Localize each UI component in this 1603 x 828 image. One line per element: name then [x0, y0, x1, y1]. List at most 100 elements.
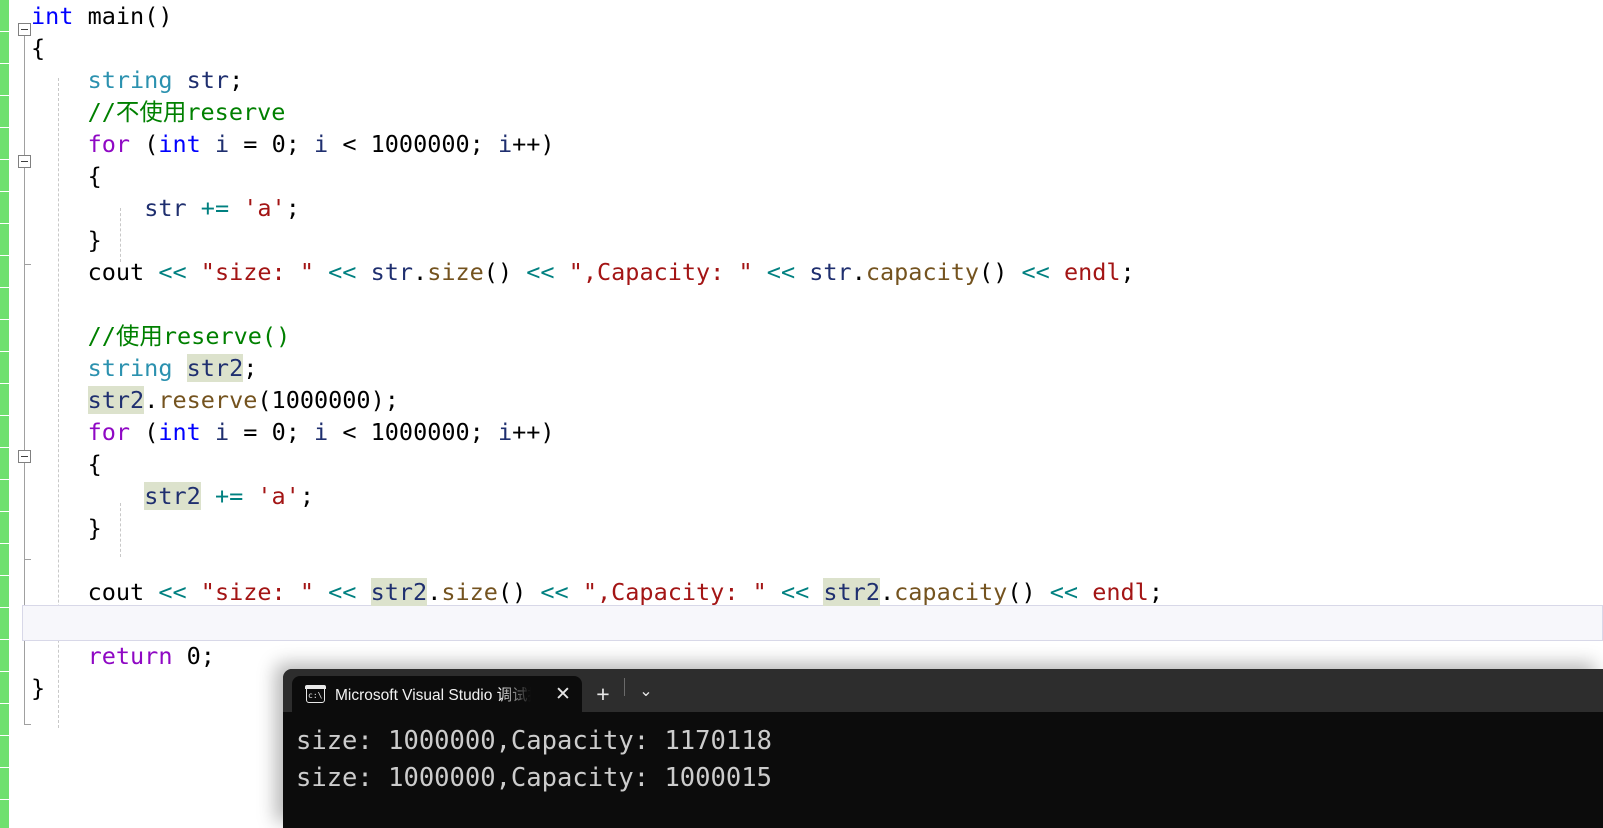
terminal-titlebar[interactable]: Microsoft Visual Studio 调试控 ✕ + ⌄: [283, 669, 1603, 712]
code-token: {: [31, 34, 46, 62]
collapse-toggle-icon[interactable]: [18, 450, 31, 463]
code-token: 1000000: [370, 130, 470, 158]
code-token: ;: [243, 354, 258, 382]
collapse-toggle-icon[interactable]: [18, 155, 31, 168]
terminal-tab[interactable]: Microsoft Visual Studio 调试控 ✕: [292, 676, 582, 712]
code-token: ++): [512, 418, 555, 446]
code-token: 0: [186, 642, 201, 670]
code-token: (: [257, 386, 272, 414]
change-bar-segment: [0, 672, 9, 704]
code-line[interactable]: int main(): [31, 0, 1603, 32]
code-line[interactable]: string str2;: [31, 352, 1603, 384]
change-bar-segment: [0, 320, 9, 352]
code-token: (): [497, 578, 541, 606]
code-token: 'a': [243, 194, 286, 222]
code-token: (: [130, 130, 159, 158]
code-token: <<: [1049, 578, 1079, 606]
code-line[interactable]: {: [31, 448, 1603, 480]
change-bar-segment: [0, 192, 9, 224]
code-token: ;: [285, 194, 300, 222]
code-token: <: [328, 418, 371, 446]
code-line[interactable]: return 0;: [31, 640, 1603, 672]
change-bar-segment: [0, 128, 9, 160]
code-token: str2: [370, 578, 428, 606]
code-token: ",Capacity: ": [582, 578, 767, 606]
code-line[interactable]: for (int i = 0; i < 1000000; i++): [31, 416, 1603, 448]
code-token: ;: [229, 66, 244, 94]
code-line[interactable]: str2 += 'a';: [31, 480, 1603, 512]
code-token: =: [229, 418, 272, 446]
code-line[interactable]: [31, 288, 1603, 320]
new-tab-button[interactable]: +: [582, 676, 624, 712]
change-bar-segment: [0, 416, 9, 448]
change-bar-segment: [0, 704, 9, 736]
code-token: <<: [766, 258, 796, 286]
terminal-output[interactable]: size: 1000000,Capacity: 1170118 size: 100…: [283, 712, 1603, 828]
code-token: for: [87, 418, 131, 446]
code-token: );: [370, 386, 399, 414]
code-token: return: [87, 642, 173, 670]
code-line[interactable]: [31, 544, 1603, 576]
collapse-toggle-icon[interactable]: [18, 23, 31, 36]
code-token: <<: [780, 578, 810, 606]
code-token: .: [851, 258, 866, 286]
code-line[interactable]: //不使用reserve: [31, 96, 1603, 128]
code-token: }: [31, 514, 102, 542]
change-bar-segment: [0, 384, 9, 416]
code-token: ",Capacity: ": [568, 258, 753, 286]
code-token: "size: ": [200, 258, 314, 286]
code-token: .: [144, 386, 159, 414]
code-token: ;: [299, 482, 314, 510]
code-line[interactable]: }: [31, 224, 1603, 256]
code-token: str: [370, 258, 414, 286]
code-line[interactable]: {: [31, 160, 1603, 192]
code-line[interactable]: str2.reserve(1000000);: [31, 384, 1603, 416]
change-bar-segment: [0, 256, 9, 288]
screen-root: int main(){ string str; //不使用reserve for…: [0, 0, 1603, 828]
change-bar-segment: [0, 32, 9, 64]
outlining-vertical-line: [24, 463, 25, 559]
change-bar-segment: [0, 736, 9, 768]
code-token: int: [31, 2, 74, 30]
code-line[interactable]: string str;: [31, 64, 1603, 96]
code-line[interactable]: cout << "size: " << str.size() << ",Capa…: [31, 256, 1603, 288]
code-line[interactable]: str += 'a';: [31, 192, 1603, 224]
code-token: {: [31, 450, 102, 478]
code-line[interactable]: //使用reserve(): [31, 320, 1603, 352]
close-icon[interactable]: ✕: [550, 685, 576, 704]
code-line[interactable]: cout << "size: " << str2.size() << ",Cap…: [31, 576, 1603, 608]
code-line[interactable]: {: [31, 32, 1603, 64]
terminal-window[interactable]: Microsoft Visual Studio 调试控 ✕ + ⌄ size: …: [283, 669, 1603, 828]
code-token: <<: [328, 578, 357, 606]
code-token: i: [314, 418, 329, 446]
outlining-margin[interactable]: [9, 0, 31, 828]
code-token: .: [427, 578, 442, 606]
change-bar-segment: [0, 224, 9, 256]
code-line[interactable]: for (int i = 0; i < 1000000; i++): [31, 128, 1603, 160]
change-bar-segment: [0, 448, 9, 480]
chevron-down-icon[interactable]: ⌄: [625, 676, 667, 712]
code-token: ;: [200, 642, 215, 670]
outlining-end-tick: [24, 559, 31, 560]
console-icon: [305, 684, 326, 703]
code-line[interactable]: }: [31, 512, 1603, 544]
outlining-end-tick: [24, 264, 31, 265]
code-line[interactable]: [31, 608, 1603, 640]
change-bar-segment: [0, 512, 9, 544]
